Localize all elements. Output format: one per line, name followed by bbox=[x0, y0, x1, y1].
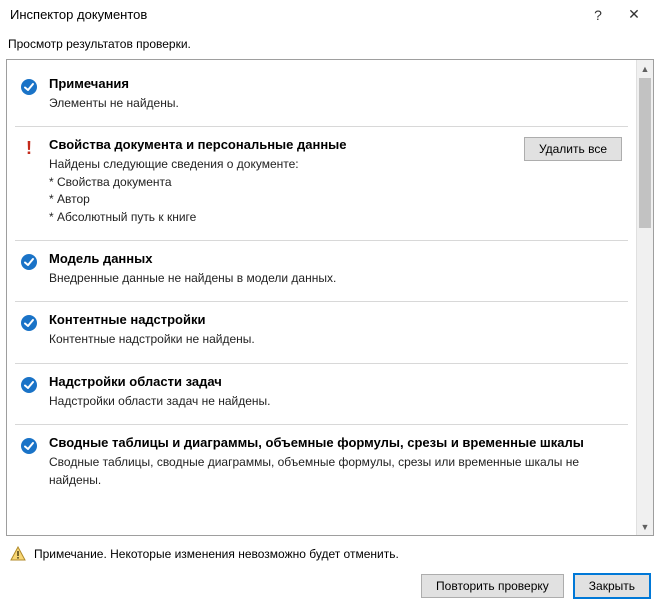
reinspect-button[interactable]: Повторить проверку bbox=[421, 574, 564, 598]
section-heading: Сводные таблицы и диаграммы, объемные фо… bbox=[49, 435, 624, 450]
check-icon bbox=[19, 77, 39, 97]
scroll-thumb[interactable] bbox=[639, 78, 651, 228]
remove-all-button[interactable]: Удалить все bbox=[524, 137, 622, 161]
section-desc: Контентные надстройки не найдены. bbox=[49, 331, 624, 348]
section-heading: Свойства документа и персональные данные bbox=[49, 137, 506, 152]
check-icon bbox=[19, 313, 39, 333]
close-button[interactable]: ✕ bbox=[616, 6, 652, 23]
scroll-up-icon[interactable]: ▲ bbox=[637, 60, 653, 77]
section-heading: Надстройки области задач bbox=[49, 374, 624, 389]
section-content-addins: Контентные надстройки Контентные надстро… bbox=[15, 302, 628, 363]
footer-note-text: Примечание. Некоторые изменения невозмож… bbox=[34, 547, 399, 561]
section-pivot: Сводные таблицы и диаграммы, объемные фо… bbox=[15, 425, 628, 503]
footer-note: Примечание. Некоторые изменения невозмож… bbox=[0, 536, 660, 570]
results-panel: Примечания Элементы не найдены. ! Свойст… bbox=[6, 59, 654, 536]
section-desc: Сводные таблицы, сводные диаграммы, объе… bbox=[49, 454, 624, 489]
section-heading: Модель данных bbox=[49, 251, 624, 266]
window-title: Инспектор документов bbox=[10, 7, 580, 22]
section-desc: Элементы не найдены. bbox=[49, 95, 624, 112]
section-heading: Примечания bbox=[49, 76, 624, 91]
section-data-model: Модель данных Внедренные данные не найде… bbox=[15, 241, 628, 302]
results-content: Примечания Элементы не найдены. ! Свойст… bbox=[7, 60, 636, 535]
section-heading: Контентные надстройки bbox=[49, 312, 624, 327]
close-dialog-button[interactable]: Закрыть bbox=[574, 574, 650, 598]
check-icon bbox=[19, 252, 39, 272]
section-desc: Найдены следующие сведения о документе: … bbox=[49, 156, 506, 226]
check-icon bbox=[19, 436, 39, 456]
alert-icon bbox=[10, 546, 26, 562]
section-desc: Надстройки области задач не найдены. bbox=[49, 393, 624, 410]
section-desc: Внедренные данные не найдены в модели да… bbox=[49, 270, 624, 287]
section-taskpane-addins: Надстройки области задач Надстройки обла… bbox=[15, 364, 628, 425]
section-comments: Примечания Элементы не найдены. bbox=[15, 66, 628, 127]
help-button[interactable]: ? bbox=[580, 7, 616, 23]
warning-icon: ! bbox=[19, 138, 39, 158]
titlebar: Инспектор документов ? ✕ bbox=[0, 0, 660, 29]
section-doc-properties: ! Свойства документа и персональные данн… bbox=[15, 127, 628, 241]
scrollbar[interactable]: ▲ ▼ bbox=[636, 60, 653, 535]
subheader: Просмотр результатов проверки. bbox=[0, 29, 660, 59]
check-icon bbox=[19, 375, 39, 395]
footer-buttons: Повторить проверку Закрыть bbox=[0, 570, 660, 608]
scroll-down-icon[interactable]: ▼ bbox=[637, 518, 653, 535]
